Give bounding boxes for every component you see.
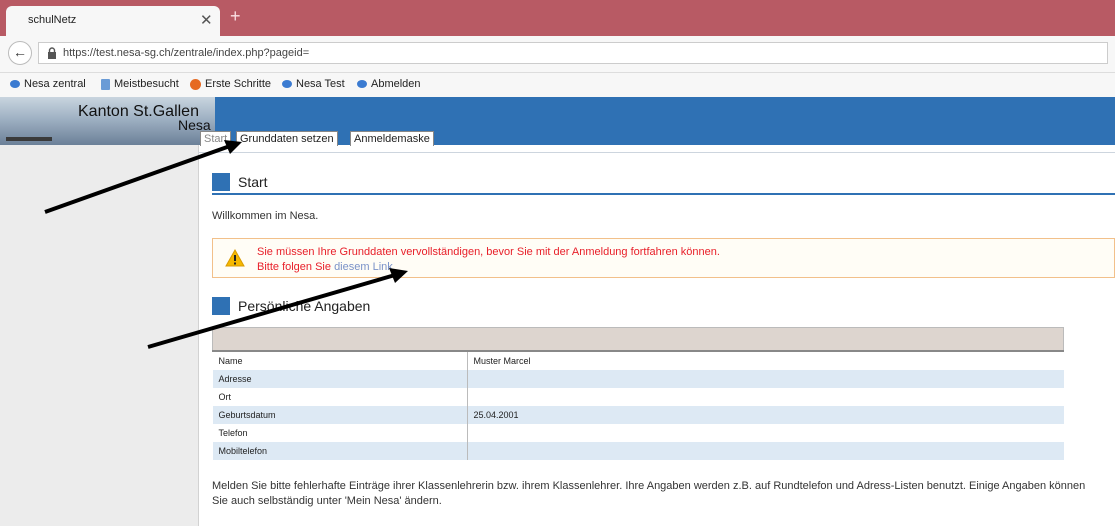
warning-icon (225, 249, 245, 267)
row-label: Mobiltelefon (212, 442, 468, 460)
content-divider (198, 152, 1115, 153)
bookmark-meistbesucht[interactable]: Meistbesucht (101, 78, 179, 90)
firefox-icon (190, 78, 201, 90)
browser-tab[interactable]: schulNetz ✕ (6, 6, 220, 36)
row-value (467, 424, 1064, 442)
address-bar[interactable]: https://test.nesa-sg.ch/zentrale/index.p… (38, 42, 1108, 64)
alert-message: Sie müssen Ihre Grunddaten vervollständi… (257, 246, 720, 258)
row-value (467, 442, 1064, 460)
personal-data-note: Melden Sie bitte fehlerhafte Einträge ih… (212, 480, 1086, 507)
bookmark-nesa-zentral[interactable]: Nesa zentral (10, 78, 86, 90)
cloud-icon (282, 80, 292, 89)
table-row: Mobiltelefon (212, 442, 1064, 460)
bookmark-erste-schritte[interactable]: Erste Schritte (190, 78, 271, 90)
close-tab-icon[interactable]: ✕ (200, 11, 213, 29)
url-text: https://test.nesa-sg.ch/zentrale/index.p… (63, 47, 310, 59)
row-label: Geburtsdatum (212, 406, 468, 424)
section-start: Start (212, 173, 412, 193)
browser-tab-bar: schulNetz ✕ + (0, 0, 1115, 36)
alert-instruction: Bitte folgen Sie diesem Link (257, 261, 393, 273)
cloud-icon (10, 80, 20, 89)
row-value: Muster Marcel (467, 350, 1064, 370)
document-icon (101, 78, 110, 90)
table-row: Geburtsdatum 25.04.2001 (212, 406, 1064, 424)
table-row: Telefon (212, 424, 1064, 442)
table-header (212, 327, 1064, 352)
row-label: Name (212, 350, 468, 370)
row-value (467, 370, 1064, 388)
browser-navigation-bar: ← https://test.nesa-sg.ch/zentrale/index… (0, 36, 1115, 73)
tab-start[interactable]: Start (200, 131, 232, 146)
section-title: Persönliche Angaben (238, 298, 371, 314)
table-row: Adresse (212, 370, 1064, 388)
welcome-text: Willkommen im Nesa. (212, 210, 319, 222)
bookmark-nesa-test[interactable]: Nesa Test (282, 78, 345, 90)
grunddaten-link[interactable]: diesem Link (334, 261, 393, 273)
bookmarks-toolbar: Nesa zentral Meistbesucht Erste Schritte… (0, 73, 1115, 98)
row-value (467, 388, 1064, 406)
section-title: Start (238, 174, 268, 190)
row-label: Adresse (212, 370, 468, 388)
browser-tab-title: schulNetz (28, 14, 77, 26)
bookmark-abmelden[interactable]: Abmelden (357, 78, 421, 90)
section-marker (212, 173, 230, 191)
warning-alert: Sie müssen Ihre Grunddaten vervollständi… (212, 238, 1115, 278)
section-underline (212, 193, 1115, 195)
row-label: Telefon (212, 424, 468, 442)
logo-stripe (6, 137, 52, 141)
back-button[interactable]: ← (8, 41, 32, 65)
personal-data-table: Name Muster Marcel Adresse Ort Geburtsda… (212, 327, 1064, 460)
tab-grunddaten-setzen[interactable]: Grunddaten setzen (236, 131, 338, 146)
table-row: Name Muster Marcel (212, 350, 1064, 370)
table-row: Ort (212, 388, 1064, 406)
new-tab-icon[interactable]: + (230, 6, 241, 27)
row-value: 25.04.2001 (467, 406, 1064, 424)
section-personal-data: Persönliche Angaben (212, 297, 472, 317)
sidebar (0, 145, 199, 526)
row-label: Ort (212, 388, 468, 406)
lock-icon (48, 47, 56, 59)
tab-anmeldemaske[interactable]: Anmeldemaske (350, 131, 434, 146)
cloud-icon (357, 80, 367, 89)
section-marker (212, 297, 230, 315)
